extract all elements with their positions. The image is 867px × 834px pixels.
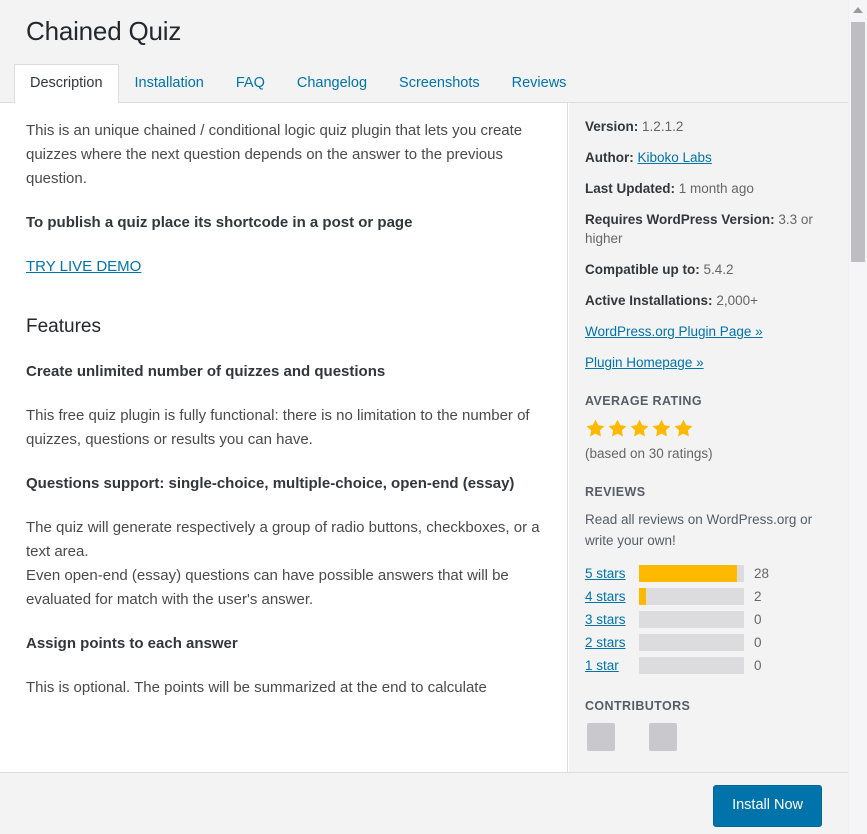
plugin-meta-list: Version: 1.2.1.2 Author: Kiboko Labs Last …: [585, 117, 832, 310]
rating-bar-label[interactable]: 1 star: [585, 658, 639, 673]
demo-link-paragraph: TRY LIVE DEMO: [26, 255, 541, 279]
tab-changelog[interactable]: Changelog: [281, 64, 383, 103]
feature-2-title: Questions support: single-choice, multip…: [26, 475, 515, 492]
try-live-demo-link[interactable]: TRY LIVE DEMO: [26, 258, 141, 275]
average-rating-heading: AVERAGE RATING: [585, 394, 702, 408]
meta-key: Requires WordPress Version:: [585, 212, 775, 227]
contributors-list: [585, 723, 832, 751]
meta-key: Version:: [585, 119, 639, 134]
rating-bar-row: 4 stars 2: [585, 585, 832, 608]
feature-2-body: The quiz will generate respectively a gr…: [26, 516, 541, 612]
rating-bar-track: [639, 657, 744, 674]
meta-value: 5.4.2: [703, 262, 734, 277]
rating-bar-count: 0: [754, 658, 762, 673]
feature-2-body-line1: The quiz will generate respectively a gr…: [26, 519, 540, 560]
star-icon: [673, 418, 694, 439]
rating-breakdown: 5 stars 28 4 stars 2 3 stars 0 2 stars 0 1 star 0: [585, 562, 832, 677]
meta-row: Active Installations: 2,000+: [585, 291, 832, 310]
tab-bar: Description Installation FAQ Changelog Scree…: [0, 63, 848, 103]
contributor-avatar[interactable]: [587, 723, 615, 751]
tab-reviews[interactable]: Reviews: [496, 64, 583, 103]
meta-key: Compatible up to:: [585, 262, 700, 277]
install-now-button[interactable]: Install Now: [713, 785, 822, 827]
meta-key: Last Updated:: [585, 181, 676, 196]
meta-value: 1 month ago: [678, 181, 754, 196]
contributors-heading: CONTRIBUTORS: [585, 699, 691, 713]
rating-bar-count: 2: [754, 589, 762, 604]
meta-value-link[interactable]: Kiboko Labs: [638, 150, 712, 165]
rating-bar-count: 0: [754, 635, 762, 650]
rating-bar-label[interactable]: 5 stars: [585, 566, 639, 581]
meta-key: Active Installations:: [585, 293, 713, 308]
rating-count-text: (based on 30 ratings): [585, 446, 713, 461]
rating-bar-row: 3 stars 0: [585, 608, 832, 631]
meta-row: Compatible up to: 5.4.2: [585, 260, 832, 279]
rating-bar-row: 1 star 0: [585, 654, 832, 677]
star-rating: [585, 418, 832, 439]
rating-bar-label[interactable]: 2 stars: [585, 635, 639, 650]
rating-bar-track: [639, 588, 744, 605]
modal-body: This is an unique chained / conditional …: [0, 103, 848, 772]
meta-row: Last Updated: 1 month ago: [585, 179, 832, 198]
rating-bar-count: 0: [754, 612, 762, 627]
meta-row: Author: Kiboko Labs: [585, 148, 832, 167]
star-icon: [629, 418, 650, 439]
reviews-heading: REVIEWS: [585, 485, 646, 499]
modal-header: Chained Quiz Description Installation FAQ C…: [0, 0, 848, 103]
rating-bar-track: [639, 565, 744, 582]
tab-faq[interactable]: FAQ: [220, 64, 281, 103]
contributor-avatar[interactable]: [649, 723, 677, 751]
rating-bar-label[interactable]: 3 stars: [585, 612, 639, 627]
tab-installation[interactable]: Installation: [119, 64, 220, 103]
plugin-external-links: WordPress.org Plugin Page » Plugin Homepa…: [585, 322, 832, 372]
meta-key: Author:: [585, 150, 634, 165]
feature-3-title: Assign points to each answer: [26, 635, 238, 652]
meta-value: 1.2.1.2: [642, 119, 684, 134]
meta-row: Version: 1.2.1.2: [585, 117, 832, 136]
modal-footer: Install Now: [0, 772, 848, 834]
star-icon: [585, 418, 606, 439]
sidebar-external-link[interactable]: WordPress.org Plugin Page »: [585, 322, 832, 341]
tab-description[interactable]: Description: [14, 63, 119, 103]
meta-row: Requires WordPress Version: 3.3 or highe…: [585, 210, 832, 248]
scrollbar-thumb[interactable]: [851, 22, 865, 262]
rating-bar-fill: [639, 588, 647, 605]
meta-value: 2,000+: [716, 293, 758, 308]
rating-bar-row: 5 stars 28: [585, 562, 832, 585]
page-title: Chained Quiz: [26, 16, 182, 46]
intro-paragraph: This is an unique chained / conditional …: [26, 122, 523, 187]
rating-bar-label[interactable]: 4 stars: [585, 589, 639, 604]
plugin-details-modal: Chained Quiz Description Installation FAQ C…: [0, 0, 867, 834]
rating-bar-row: 2 stars 0: [585, 631, 832, 654]
feature-1-title: Create unlimited number of quizzes and q…: [26, 363, 386, 380]
reviews-blurb: Read all reviews on WordPress.org or wri…: [585, 512, 813, 548]
star-icon: [607, 418, 628, 439]
features-heading: Features: [26, 316, 101, 337]
vertical-scrollbar[interactable]: [848, 0, 867, 834]
rating-bar-count: 28: [754, 566, 770, 581]
rating-bar-track: [639, 611, 744, 628]
rating-bar-fill: [639, 565, 737, 582]
shortcode-note: To publish a quiz place its shortcode in…: [26, 214, 413, 231]
description-content: This is an unique chained / conditional …: [0, 103, 568, 772]
star-icon: [651, 418, 672, 439]
tab-screenshots[interactable]: Screenshots: [383, 64, 496, 103]
scroll-up-arrow-icon[interactable]: [849, 0, 867, 20]
plugin-info-sidebar: Version: 1.2.1.2 Author: Kiboko Labs Last …: [569, 103, 848, 772]
feature-1-body: This free quiz plugin is fully functiona…: [26, 407, 530, 448]
feature-3-body: This is optional. The points will be sum…: [26, 679, 487, 696]
sidebar-external-link[interactable]: Plugin Homepage »: [585, 353, 832, 372]
feature-2-body-line2: Even open-end (essay) questions can have…: [26, 567, 509, 608]
rating-bar-track: [639, 634, 744, 651]
